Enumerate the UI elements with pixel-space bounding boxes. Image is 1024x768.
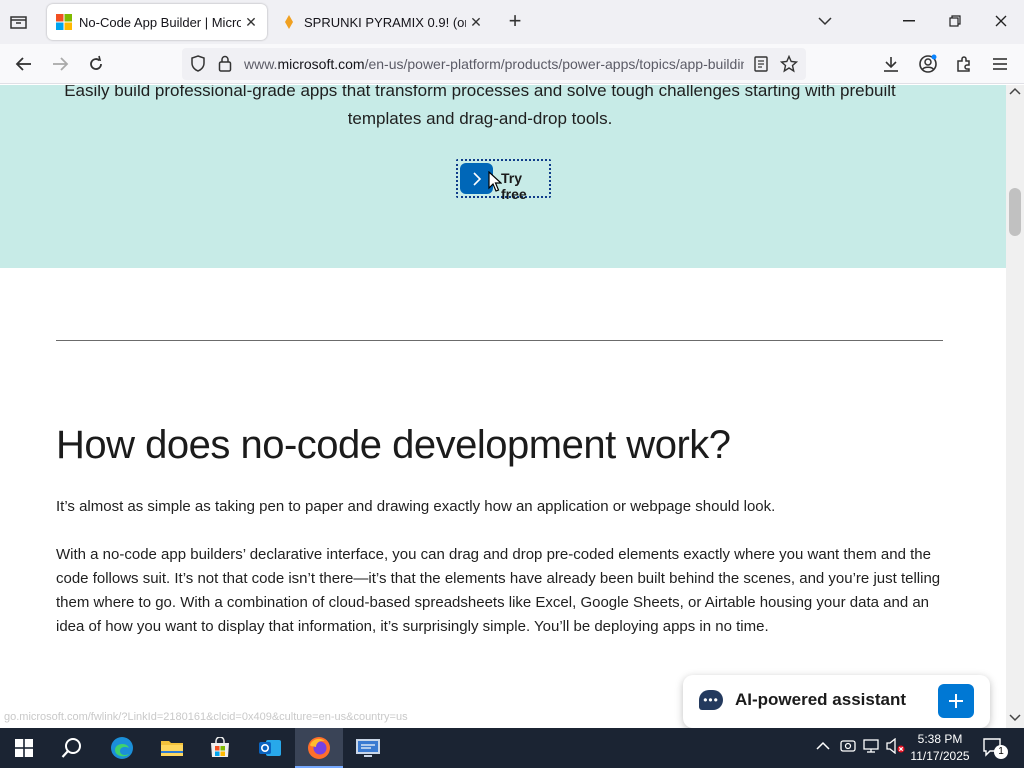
restore-icon[interactable] <box>932 6 978 36</box>
hero-text: Easily build professional-grade apps tha… <box>64 85 896 128</box>
meet-now-icon[interactable] <box>840 738 856 757</box>
reader-view-icon[interactable] <box>754 56 768 77</box>
close-window-icon[interactable] <box>978 6 1024 36</box>
close-tab-icon[interactable]: ✕ <box>466 14 486 31</box>
try-free-button[interactable]: Try free <box>456 159 551 202</box>
page-content: Easily build professional-grade apps tha… <box>0 85 1006 728</box>
navigation-bar: www.microsoft.com/en-us/power-platform/p… <box>0 44 1024 84</box>
chat-bubble-icon: ••• <box>699 690 723 710</box>
section-heading: How does no-code development work? <box>56 423 731 467</box>
account-icon[interactable] <box>912 48 944 80</box>
url-domain: microsoft.com <box>277 56 365 72</box>
close-tab-icon[interactable]: ✕ <box>241 14 261 31</box>
vertical-scrollbar[interactable] <box>1006 85 1024 728</box>
status-bar-link: go.microsoft.com/fwlink/?LinkId=2180161&… <box>4 711 408 723</box>
microsoft-logo-icon <box>56 14 72 30</box>
taskbar: 5:38 PM 11/17/2025 1 <box>0 728 1024 768</box>
tab-title: SPRUNKI PYRAMIX 0.9! (original) <box>304 14 466 30</box>
paragraph-intro: It’s almost as simple as taking pen to p… <box>56 498 776 515</box>
scroll-down-icon[interactable] <box>1009 714 1021 725</box>
scroll-thumb[interactable] <box>1009 188 1021 236</box>
remote-desktop-icon[interactable] <box>344 728 392 768</box>
edge-icon[interactable] <box>98 728 146 768</box>
open-assistant-button[interactable] <box>938 684 974 718</box>
try-free-label: Try free <box>501 170 527 202</box>
extensions-icon[interactable] <box>948 48 980 80</box>
volume-muted-icon[interactable] <box>886 737 906 757</box>
list-all-tabs-icon[interactable] <box>802 6 848 36</box>
clock-time: 5:38 PM <box>917 732 963 746</box>
game-favicon-icon <box>285 15 293 29</box>
network-icon[interactable] <box>863 738 881 757</box>
scroll-up-icon[interactable] <box>1009 87 1021 98</box>
search-icon[interactable] <box>48 728 96 768</box>
section-divider <box>56 340 943 341</box>
store-icon[interactable] <box>196 728 244 768</box>
downloads-icon[interactable] <box>875 48 907 80</box>
mouse-cursor-icon <box>488 170 503 198</box>
notifications-icon[interactable]: 1 <box>982 737 1008 760</box>
new-tab-button[interactable]: + <box>503 9 527 33</box>
windows-start-icon[interactable] <box>0 728 48 768</box>
hero-section: Easily build professional-grade apps tha… <box>0 85 1006 268</box>
tab-sprunki[interactable]: SPRUNKI PYRAMIX 0.9! (original) ✕ <box>272 4 492 40</box>
plus-icon <box>949 694 963 708</box>
minimize-icon[interactable] <box>886 6 932 36</box>
shield-icon[interactable] <box>190 55 206 78</box>
notification-count-badge: 1 <box>994 745 1008 759</box>
url-text: www.microsoft.com/en-us/power-platform/p… <box>244 56 744 72</box>
outlook-icon[interactable] <box>246 728 294 768</box>
file-explorer-icon[interactable] <box>148 728 196 768</box>
menu-icon[interactable] <box>984 48 1016 80</box>
forward-icon[interactable] <box>44 48 76 80</box>
url-path: /en-us/power-platform/products/power-app… <box>364 56 744 72</box>
clock-date: 11/17/2025 <box>910 749 970 763</box>
address-bar[interactable]: www.microsoft.com/en-us/power-platform/p… <box>182 48 806 80</box>
firefox-icon[interactable] <box>295 728 343 768</box>
url-prefix: www. <box>244 56 278 72</box>
paragraph-details: With a no-code app builders’ declarative… <box>56 546 941 635</box>
system-clock[interactable]: 5:38 PM 11/17/2025 <box>905 731 975 765</box>
show-hidden-icons-icon[interactable] <box>816 738 830 754</box>
bookmark-star-icon[interactable] <box>779 54 799 78</box>
assistant-label: AI-powered assistant <box>735 690 906 709</box>
tab-title: No-Code App Builder | Microsoft <box>79 14 241 30</box>
ai-assistant-widget[interactable]: ••• AI-powered assistant <box>683 675 990 728</box>
tab-strip: No-Code App Builder | Microsoft ✕ SPRUNK… <box>0 0 1024 44</box>
lock-icon[interactable] <box>218 55 232 77</box>
tab-no-code-app-builder[interactable]: No-Code App Builder | Microsoft ✕ <box>47 4 267 40</box>
tab-list-icon[interactable] <box>8 12 30 32</box>
back-icon[interactable] <box>8 48 40 80</box>
reload-icon[interactable] <box>80 48 112 80</box>
